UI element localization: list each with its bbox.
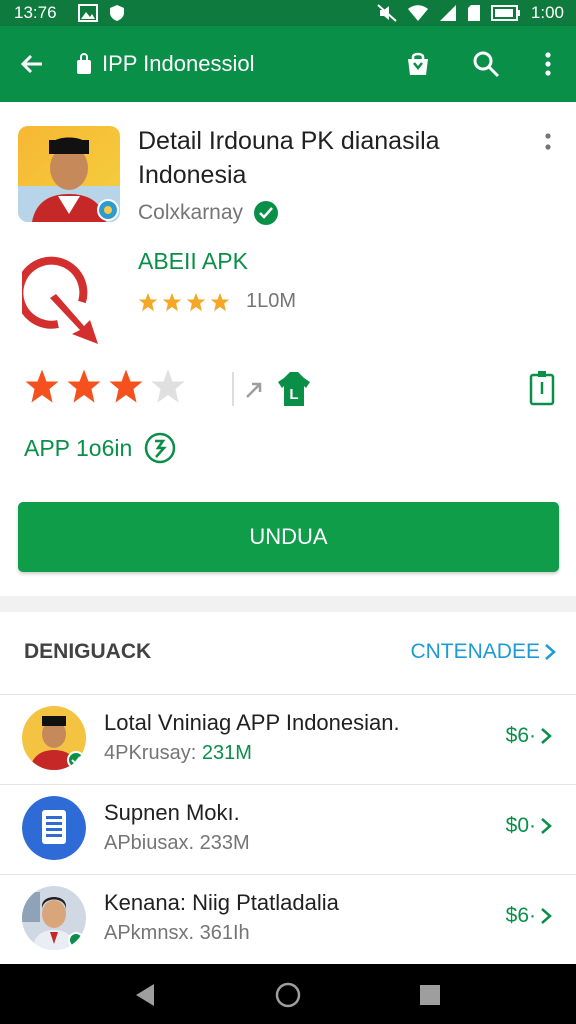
- small-rating: 1L0M: [138, 290, 296, 313]
- chevron-right-icon: [541, 728, 552, 744]
- star-empty-icon[interactable]: [150, 368, 186, 404]
- list-item-avatar: [22, 706, 86, 770]
- list-item-title: Kenana: Niig Ptatladalia: [104, 890, 339, 915]
- star-icon: [162, 292, 182, 311]
- list-item-size: 361Ih: [199, 922, 250, 944]
- app-detail-card: Detail Irdouna PK dianasila Indonesia Co…: [0, 102, 576, 596]
- list-item-sub-prefix: 4PKrusay:: [104, 742, 197, 764]
- list-item-avatar: [22, 796, 86, 860]
- rating-count: 1L0M: [246, 290, 297, 312]
- list-item-size: 233M: [199, 832, 250, 854]
- star-filled-icon[interactable]: [24, 368, 60, 404]
- sd-card-icon: [467, 5, 480, 21]
- status-battery-time: 1:00: [530, 3, 564, 22]
- section-title: DENIGUACK: [24, 640, 152, 663]
- status-time: 13:76: [14, 3, 57, 22]
- list-item-title: Supnen Mokı.: [104, 800, 240, 825]
- list-item-price[interactable]: $6·: [506, 904, 552, 928]
- star-filled-icon[interactable]: [108, 368, 144, 404]
- app-info-link[interactable]: APP 1o6in: [24, 432, 176, 464]
- image-notification-icon: [78, 4, 98, 22]
- shopping-bag-icon[interactable]: [404, 50, 432, 78]
- wishlist-icon[interactable]: L: [276, 368, 312, 408]
- user-rating-stars[interactable]: [24, 368, 186, 404]
- svg-text:L: L: [289, 386, 298, 403]
- overflow-menu-icon[interactable]: [540, 130, 556, 156]
- chevron-right-icon: [541, 908, 552, 924]
- list-item-title: Lotal Vniniag APP Indonesian.: [104, 710, 400, 735]
- more-vert-icon[interactable]: [534, 50, 562, 78]
- list-item-price-label: $6·: [505, 724, 536, 747]
- list-item-subtitle: APkmnsx. 361Ih: [104, 922, 250, 945]
- install-label: UNDUA: [249, 524, 328, 549]
- app-info-label: APP 1o6in: [24, 434, 133, 461]
- star-icon: [186, 292, 206, 311]
- divider: [232, 372, 234, 406]
- nav-recents-icon[interactable]: [417, 982, 443, 1008]
- battery-icon: [490, 5, 520, 21]
- list-item-price-label: $6·: [505, 904, 536, 927]
- star-icon: [138, 292, 158, 311]
- list-item-subtitle: 4PKrusay: 231M: [104, 742, 252, 765]
- brand-logo-icon: [22, 256, 98, 344]
- list-item-size: 231M: [201, 742, 252, 764]
- bag-small-icon: [77, 53, 91, 74]
- install-button[interactable]: UNDUA: [18, 502, 559, 572]
- nav-home-icon[interactable]: [275, 982, 301, 1008]
- signal-icon: [439, 5, 456, 21]
- list-item-price[interactable]: $6·: [506, 724, 552, 748]
- list-item[interactable]: Kenana: Niig Ptatladalia APkmnsx. 361Ih …: [0, 874, 576, 965]
- search-icon[interactable]: [472, 50, 500, 78]
- verified-developer-icon: [254, 201, 279, 225]
- chevron-right-icon: [545, 644, 556, 660]
- shield-notification-icon: [110, 5, 124, 21]
- list-item-price-label: $0·: [505, 814, 536, 837]
- chevron-right-icon: [541, 818, 552, 834]
- app-bar-title: IPP Indonessiol: [102, 51, 255, 76]
- star-filled-icon[interactable]: [66, 368, 102, 404]
- wifi-icon: [407, 5, 428, 21]
- see-more-link[interactable]: CNTENADEE: [410, 640, 556, 664]
- list-item-sub-prefix: APbiusax.: [104, 832, 195, 854]
- star-icon: [210, 292, 230, 311]
- developer-name[interactable]: Colxkarnay: [138, 201, 243, 225]
- list-item-sub-prefix: APkmnsx.: [104, 922, 195, 944]
- back-arrow-icon[interactable]: [18, 50, 46, 78]
- bookmark-icon[interactable]: [528, 370, 556, 406]
- list-item-subtitle: APbiusax. 233M: [104, 832, 250, 855]
- list-item[interactable]: Supnen Mokı. APbiusax. 233M $0·: [0, 784, 576, 875]
- app-icon[interactable]: [18, 126, 120, 222]
- info-circle-icon: [145, 432, 176, 464]
- list-item-avatar: [22, 886, 86, 950]
- share-arrow-icon[interactable]: [244, 380, 264, 400]
- app-title: Detail Irdouna PK dianasila Indonesia: [138, 127, 440, 189]
- list-item-price[interactable]: $0·: [506, 814, 552, 838]
- badge-label: ABEII APK: [138, 248, 248, 274]
- status-bar: 13:76 1:00: [0, 0, 576, 26]
- related-apps-section: DENIGUACK CNTENADEE Lotal Vniniag APP In…: [0, 612, 576, 965]
- mute-icon: [377, 4, 397, 22]
- list-item[interactable]: Lotal Vniniag APP Indonesian. 4PKrusay: …: [0, 694, 576, 785]
- system-nav-bar: [0, 964, 576, 1024]
- app-bar: IPP Indonessiol: [0, 26, 576, 102]
- section-header: DENIGUACK CNTENADEE: [0, 612, 576, 695]
- see-more-label: CNTENADEE: [410, 640, 540, 663]
- nav-back-icon[interactable]: [132, 982, 158, 1008]
